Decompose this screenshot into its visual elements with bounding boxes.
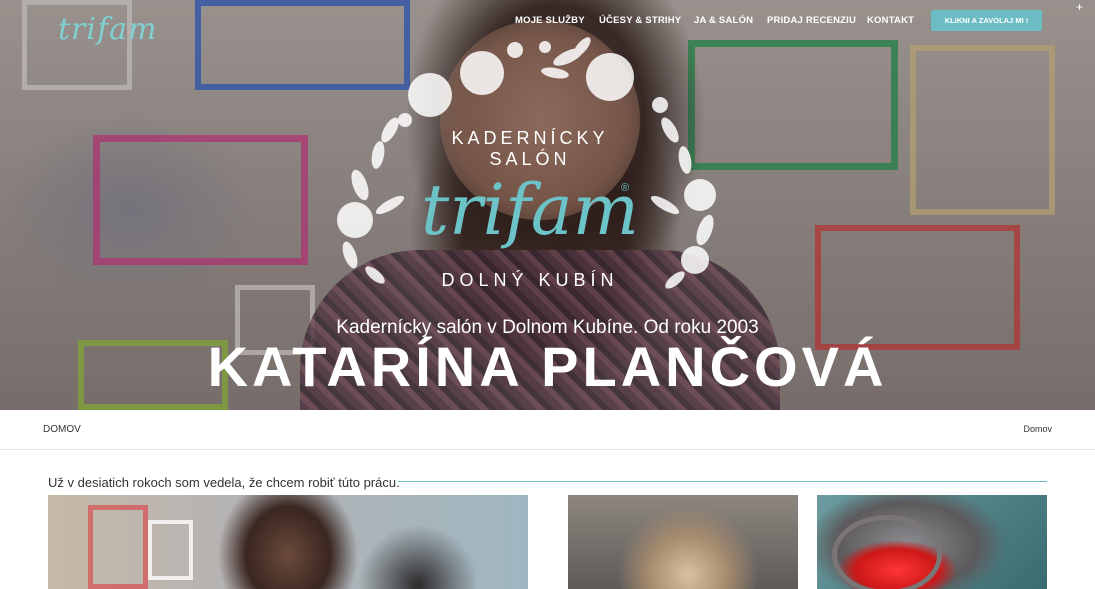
registered-mark: ® xyxy=(621,182,630,194)
emblem-line-salon: SALÓN xyxy=(489,149,571,169)
nav-item-pridaj-recenziu[interactable]: PRIDAJ RECENZIU xyxy=(767,15,856,26)
breadcrumb-link-domov[interactable]: Domov xyxy=(1023,424,1052,434)
breadcrumb: DOMOV Domov xyxy=(0,410,1095,450)
section-heading: Už v desiatich rokoch som vedela, že chc… xyxy=(48,475,400,490)
gallery-photo-stylist[interactable] xyxy=(48,495,528,589)
call-me-button[interactable]: KLIKNI A ZAVOLAJ MI ! xyxy=(931,10,1042,31)
emblem-line-kadernicky: KADERNÍCKY xyxy=(451,128,609,148)
nav-item-kontakt[interactable]: KONTAKT xyxy=(867,15,914,26)
salon-emblem: KADERNÍCKY SALÓN trifam ® DOLNÝ KUBÍN xyxy=(320,35,740,335)
page-title: DOMOV xyxy=(43,424,81,435)
site-logo[interactable]: trifam xyxy=(58,12,157,47)
emblem-brand: trifam xyxy=(421,169,639,251)
section-divider xyxy=(398,481,1047,482)
hero-title: KATARÍNA PLANČOVÁ xyxy=(207,335,888,398)
nav-item-moje-sluzby[interactable]: MOJE SLUŽBY xyxy=(515,15,585,26)
gallery-photo-hair-dye-bowl[interactable] xyxy=(817,495,1047,589)
gallery-photo-blonde-hair[interactable] xyxy=(568,495,798,589)
nav-item-ucesy-strihy[interactable]: ÚČESY & STRIHY xyxy=(599,15,681,26)
hero-banner: trifam MOJE SLUŽBY ÚČESY & STRIHY JA & S… xyxy=(0,0,1095,410)
nav-item-ja-salon[interactable]: JA & SALÓN xyxy=(694,15,753,26)
plus-icon: + xyxy=(1076,0,1084,14)
emblem-line-location: DOLNÝ KUBÍN xyxy=(441,270,619,290)
